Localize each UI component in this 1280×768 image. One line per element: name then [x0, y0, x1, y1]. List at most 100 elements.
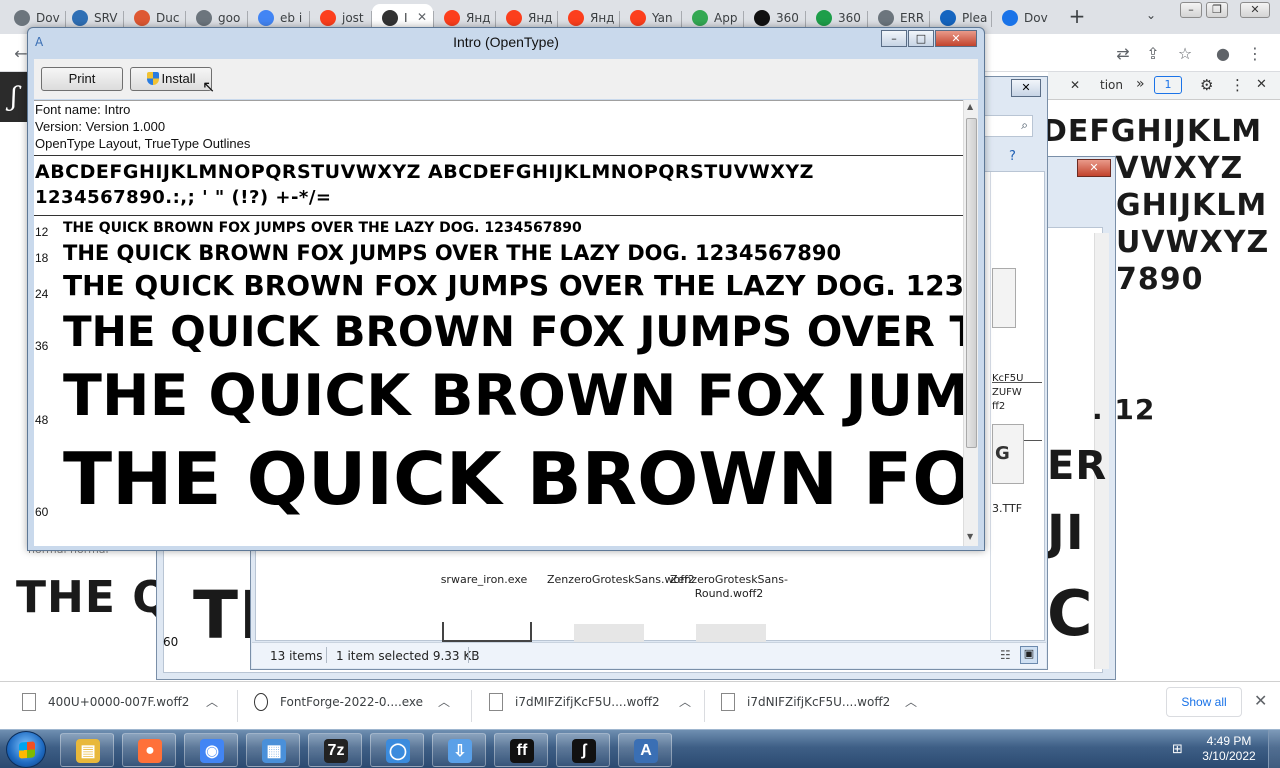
file-icon[interactable]: [442, 622, 532, 642]
google-icon: [258, 10, 274, 26]
browser-tab-label: Plea: [962, 11, 988, 25]
chrome-restore-button[interactable]: ❐: [1206, 2, 1228, 18]
download-filename: i7dMIFZifjKcF5U....woff2: [515, 695, 660, 709]
browser-tab[interactable]: Dov: [992, 4, 1053, 32]
font-viewer-maximize-button[interactable]: □: [908, 30, 934, 47]
chevron-up-icon[interactable]: ︿: [905, 693, 917, 710]
scrollbar-thumb[interactable]: [966, 118, 977, 448]
chrome-minimize-button[interactable]: –: [1180, 2, 1202, 18]
iron-browser-icon: ◯: [386, 739, 410, 763]
taskbar-clock[interactable]: 4:49 PM 3/10/2022: [1196, 734, 1262, 764]
taskbar-item[interactable]: ◉: [184, 733, 238, 767]
browser-tab-label: Dov: [1024, 11, 1048, 25]
font-preview-scrollbar[interactable]: ▲ ▼: [963, 100, 978, 546]
file-label-srware[interactable]: srware_iron.exe: [424, 573, 544, 587]
bg-glyph-line-3: GHIJKLM: [1116, 188, 1268, 223]
browser-tab-label: I: [404, 11, 408, 25]
explorer-back-close-button[interactable]: ✕: [1077, 159, 1111, 177]
side-file-label-3: ff2: [992, 401, 1006, 412]
sample-18: THE QUICK BROWN FOX JUMPS OVER THE LAZY …: [63, 241, 842, 265]
font-version-text: Version: Version 1.000: [35, 119, 166, 134]
bg-partial-2: ER: [1047, 443, 1108, 489]
browser-tab-label: Янд: [590, 11, 615, 25]
close-tab-icon[interactable]: ✕: [417, 10, 427, 24]
taskbar-item[interactable]: ◯: [370, 733, 424, 767]
start-button[interactable]: [6, 731, 46, 768]
download-item[interactable]: i7dMIFZifjKcF5U....woff2 ︿: [489, 682, 703, 730]
install-button[interactable]: Install: [130, 67, 212, 91]
network-icon: ▦: [262, 739, 286, 763]
devtools-tab[interactable]: tion: [1100, 78, 1123, 92]
taskbar-item[interactable]: ▤: [60, 733, 114, 767]
show-desktop-button[interactable]: [1268, 730, 1280, 768]
help-icon[interactable]: ?: [1009, 149, 1016, 164]
side-file-label-2: ZUFW: [992, 387, 1022, 398]
chevron-up-icon[interactable]: ︿: [679, 693, 691, 710]
devtools-issues-badge[interactable]: 1: [1154, 76, 1182, 94]
network-tray-icon[interactable]: ⊞: [1172, 742, 1183, 757]
new-tab-button[interactable]: +: [1066, 6, 1088, 28]
explorer-close-button[interactable]: ✕: [1011, 79, 1041, 97]
download-item[interactable]: FontForge-2022-0....exe ︿: [254, 682, 468, 730]
scroll-down-icon[interactable]: ▼: [967, 532, 973, 541]
print-button[interactable]: Print: [41, 67, 123, 91]
chevron-up-icon[interactable]: ︿: [206, 693, 218, 710]
bg-size-label-60: 60: [163, 635, 179, 649]
status-item-count: 13 items: [270, 649, 323, 663]
devtools-close-icon[interactable]: ✕: [1070, 78, 1080, 92]
charset-line-2: 1234567890.:,; ' " (!?) +-*/=: [35, 187, 332, 208]
ttf-file-icon[interactable]: G: [992, 424, 1024, 484]
taskbar-item[interactable]: A: [618, 733, 672, 767]
share-icon[interactable]: ⇪: [1142, 43, 1164, 65]
show-all-downloads-button[interactable]: Show all: [1166, 687, 1242, 717]
download-item[interactable]: 400U+0000-007F.woff2 ︿: [22, 682, 236, 730]
devtools-panel: ✕ tion » 1 ⚙ ⋮ ✕: [1048, 72, 1280, 100]
scroll-up-icon[interactable]: ▲: [967, 102, 973, 111]
bg-partial-3: JI: [1047, 505, 1085, 561]
taskbar-item[interactable]: ʃ: [556, 733, 610, 767]
download-item[interactable]: i7dNIFZifjKcF5U....woff2 ︿: [721, 682, 935, 730]
font-viewer-minimize-button[interactable]: –: [881, 30, 907, 47]
chrome-menu-icon[interactable]: ⋮: [1244, 43, 1266, 65]
taskbar-item[interactable]: ⇩: [432, 733, 486, 767]
taskbar-item[interactable]: ●: [122, 733, 176, 767]
close-download-shelf-icon[interactable]: ✕: [1254, 691, 1267, 710]
bookmark-star-icon[interactable]: ☆: [1174, 43, 1196, 65]
font-viewer-close-button[interactable]: ✕: [935, 30, 977, 47]
chevron-up-icon[interactable]: ︿: [438, 693, 450, 710]
install-button-label: Install: [161, 71, 196, 86]
font-name-text: Font name: Intro: [35, 102, 131, 117]
yandex-icon: [444, 10, 460, 26]
chrome-close-button[interactable]: ✕: [1240, 2, 1270, 18]
taskbar-item[interactable]: ▦: [246, 733, 300, 767]
divider: [34, 155, 963, 156]
devtools-close-icon-2[interactable]: ✕: [1256, 77, 1267, 92]
devtools-menu-icon[interactable]: ⋮: [1230, 76, 1245, 94]
devtools-more-tabs-icon[interactable]: »: [1136, 76, 1145, 92]
devtools-settings-gear-icon[interactable]: ⚙: [1200, 76, 1213, 94]
browser-tab-label: Yan: [652, 11, 673, 25]
profile-avatar-icon[interactable]: ●: [1212, 43, 1234, 65]
details-view-icon[interactable]: ☷: [1000, 648, 1011, 662]
browser-tab-label: 360: [838, 11, 861, 25]
large-icons-view-icon[interactable]: ▣: [1020, 646, 1038, 664]
browser-tab-label: Янд: [528, 11, 553, 25]
uac-shield-icon: [146, 72, 159, 85]
windows-logo-icon: [19, 741, 35, 759]
app-icon: [692, 10, 708, 26]
tab-search-chevron-icon[interactable]: ⌄: [1146, 8, 1156, 22]
browser-tab-label: Янд: [466, 11, 491, 25]
windows-taskbar: ▤ ● ◉ ▦ 7z ◯ ⇩ ff ʃ A ⊞ 4:49 PM 3/10/2022: [0, 729, 1280, 768]
taskbar-item[interactable]: 7z: [308, 733, 362, 767]
file-label-zenzero-round[interactable]: ZenzeroGroteskSans-Round.woff2: [669, 573, 789, 601]
woff2-round-file-icon[interactable]: [696, 624, 766, 642]
browser-tab-label: 360: [776, 11, 799, 25]
sample-36: THE QUICK BROWN FOX JUMPS OVER THE LAZY …: [63, 307, 963, 356]
woff2-file-icon[interactable]: [574, 624, 644, 642]
a-icon: [940, 10, 956, 26]
taskbar-item[interactable]: ff: [494, 733, 548, 767]
translate-icon[interactable]: ⇄: [1112, 43, 1134, 65]
yandex-icon: [320, 10, 336, 26]
file-label-zenzero[interactable]: ZenzeroGroteskSans.woff2: [547, 573, 695, 587]
size-label-24: 24: [35, 287, 49, 301]
